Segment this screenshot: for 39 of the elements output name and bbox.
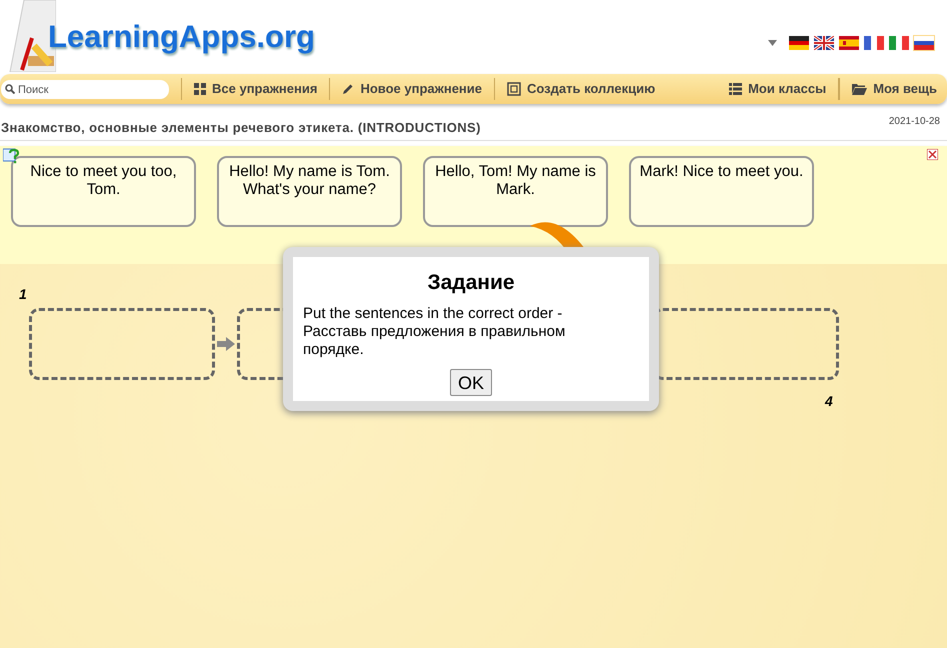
fullscreen-icon[interactable] <box>927 149 938 160</box>
dropdown-caret-icon[interactable] <box>768 40 777 46</box>
search-icon <box>5 84 15 94</box>
arrow-icon <box>217 337 235 351</box>
page-title: Знакомство, основные элементы речевого этикета. (INTRODUCTIONS) <box>1 119 481 137</box>
language-flag[interactable] <box>813 35 835 51</box>
sentence-card[interactable]: Hello! My name is Tom. What's your name? <box>217 156 402 227</box>
language-flag[interactable] <box>788 35 810 51</box>
nav-link[interactable]: Моя вещь <box>852 79 937 99</box>
frame-icon <box>507 82 522 96</box>
language-flag[interactable] <box>838 35 860 51</box>
date-text: 2021-10-28 <box>888 115 940 129</box>
flag-icon <box>814 36 834 50</box>
language-flag[interactable] <box>913 35 935 51</box>
nav-link[interactable]: Все упражнения <box>194 79 318 99</box>
grid-icon <box>194 83 206 95</box>
sentence-card[interactable]: Nice to meet you too, Tom. <box>11 156 196 227</box>
sentence-card[interactable]: Hello, Tom! My name is Mark. <box>423 156 608 227</box>
sentence-card[interactable]: Mark! Nice to meet you. <box>629 156 814 227</box>
list-icon <box>729 83 742 95</box>
folder-icon <box>852 83 868 95</box>
nav-link[interactable]: Создать коллекцию <box>507 79 656 99</box>
flag-icon <box>864 36 884 50</box>
flag-icon <box>889 36 909 50</box>
dialog-title: Задание <box>426 270 516 296</box>
flag-icon <box>789 36 809 50</box>
nav-link[interactable]: Новое упражнение <box>342 79 482 99</box>
logo-text[interactable]: LearningApps.org <box>48 14 315 60</box>
nav-link[interactable]: Мои классы <box>729 79 826 99</box>
flag-icon <box>914 36 934 50</box>
flag-icon <box>839 36 859 50</box>
drop-slot[interactable] <box>29 308 215 380</box>
slot-number: 1 <box>19 285 27 304</box>
dialog-text: Put the sentences in the correct order - Расставь предложения в правильном порядке. <box>303 304 566 358</box>
search-field[interactable]: Поиск <box>1 80 169 100</box>
ok-button[interactable]: OK <box>450 368 492 396</box>
slot-number: 4 <box>825 392 833 411</box>
help-icon[interactable] <box>3 148 21 165</box>
pencil-icon <box>342 83 354 95</box>
